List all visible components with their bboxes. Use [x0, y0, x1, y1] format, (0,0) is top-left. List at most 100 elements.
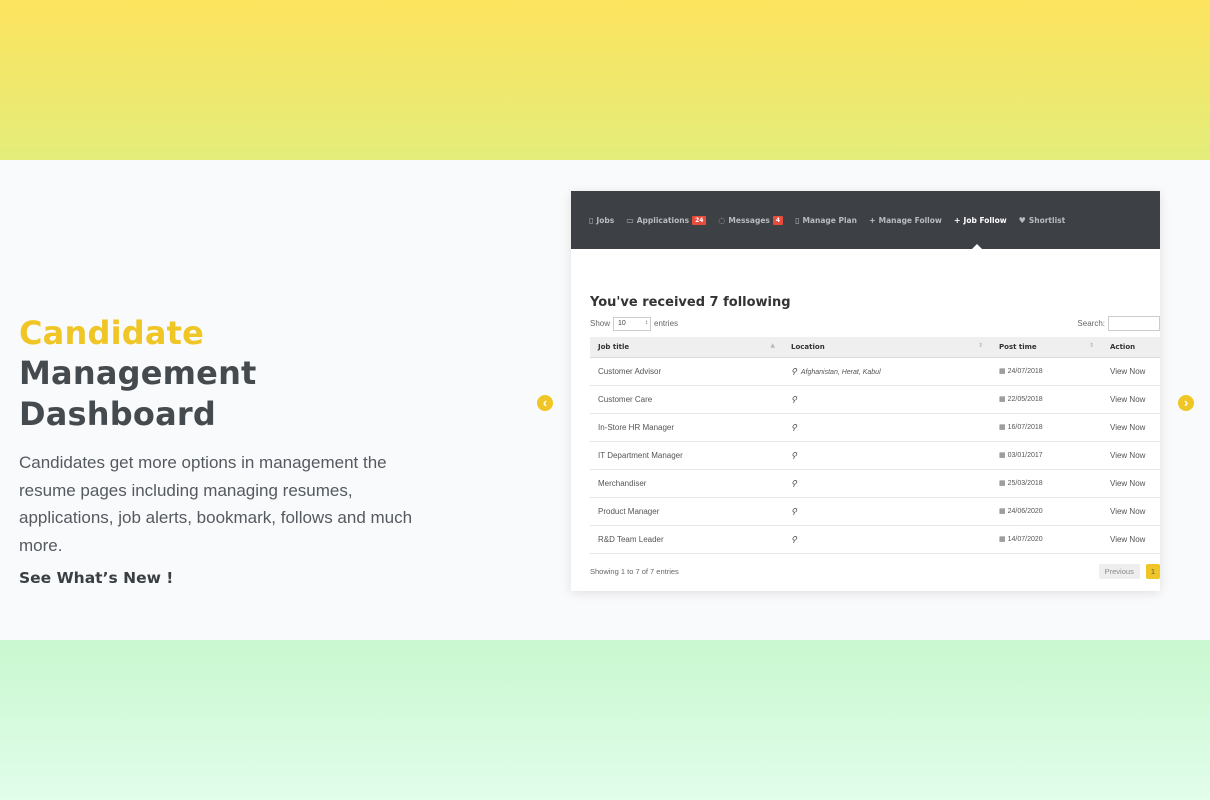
job-title-cell[interactable]: Customer Advisor: [590, 357, 783, 386]
table-row: Customer Advisor ⚲ Afghanistan, Herat, Ka…: [590, 357, 1160, 386]
column-post-time[interactable]: Post time ⇕: [991, 337, 1102, 358]
sort-asc-icon: ▲: [770, 342, 775, 349]
post-time-cell: ▦ 16/07/2018: [991, 413, 1102, 442]
location-cell: ⚲ Afghanistan, Herat, Kabul: [783, 357, 991, 386]
dashboard-screenshot-card: ▯ Jobs ▭ Applications 24 ◌ Messages 4 ▯ …: [571, 191, 1160, 591]
feature-intro: Candidate Management Dashboard Candidate…: [19, 313, 449, 588]
see-whats-new-link[interactable]: See What’s New !: [19, 569, 173, 587]
job-title-cell[interactable]: IT Department Manager: [590, 441, 783, 470]
post-time-cell: ▦ 03/01/2017: [991, 441, 1102, 470]
bottom-gradient-band: [0, 640, 1210, 800]
map-pin-icon: ⚲: [791, 534, 797, 544]
heart-icon: ♥: [1018, 215, 1026, 225]
map-pin-icon: ⚲: [791, 366, 797, 376]
chevron-left-icon: ‹: [542, 395, 548, 410]
nav-item-manage-plan[interactable]: ▯ Manage Plan: [795, 216, 857, 225]
table-row: Customer Care ⚲ ▦ 22/05/2018 View Now: [590, 385, 1160, 414]
nav-item-label: Manage Plan: [802, 215, 857, 225]
previous-page-button[interactable]: Previous: [1098, 563, 1140, 579]
table-row: In-Store HR Manager ⚲ ▦ 16/07/2018 View N…: [590, 413, 1160, 442]
job-title-cell[interactable]: Product Manager: [590, 497, 783, 526]
feature-description: Candidates get more options in managemen…: [19, 453, 413, 555]
applications-count-badge: 24: [692, 215, 707, 225]
job-follow-table: Job title ▲ Location ⇕ Post time ⇕ Action C…: [590, 337, 1160, 554]
calendar-icon: ▦: [999, 536, 1006, 543]
entries-label: entries: [654, 319, 679, 328]
feature-title-line2: Management: [19, 354, 257, 392]
entries-control: Show 10 entries: [590, 316, 679, 331]
carousel-next-button[interactable]: ›: [1178, 395, 1194, 411]
search-label: Search:: [1077, 319, 1105, 328]
chat-icon: ◌: [718, 215, 726, 225]
view-now-link[interactable]: View Now: [1102, 385, 1160, 414]
map-pin-icon: ⚲: [791, 478, 797, 488]
feature-title-accent: Candidate: [19, 314, 205, 352]
view-now-link[interactable]: View Now: [1102, 357, 1160, 386]
nav-item-job-follow[interactable]: + Job Follow: [954, 216, 1007, 225]
job-title-cell[interactable]: Merchandiser: [590, 469, 783, 498]
column-job-title[interactable]: Job title ▲: [590, 337, 783, 358]
feature-title-line3: Dashboard: [19, 395, 216, 433]
card-icon: ▭: [626, 215, 634, 225]
nav-item-label: Applications: [636, 215, 690, 225]
nav-item-applications[interactable]: ▭ Applications 24: [626, 215, 707, 225]
following-heading: You've received 7 following: [590, 295, 791, 310]
messages-count-badge: 4: [772, 215, 784, 225]
carousel-prev-button[interactable]: ‹: [537, 395, 553, 411]
nav-item-manage-follow[interactable]: + Manage Follow: [869, 216, 942, 225]
top-gradient-band: [0, 0, 1210, 160]
file-icon: ▯: [795, 215, 800, 225]
calendar-icon: ▦: [999, 452, 1006, 459]
table-row: R&D Team Leader ⚲ ▦ 14/07/2020 View Now: [590, 525, 1160, 554]
map-pin-icon: ⚲: [791, 506, 797, 516]
view-now-link[interactable]: View Now: [1102, 441, 1160, 470]
view-now-link[interactable]: View Now: [1102, 497, 1160, 526]
nav-item-label: Manage Follow: [878, 215, 942, 225]
nav-item-shortlist[interactable]: ♥ Shortlist: [1019, 216, 1066, 225]
chevron-right-icon: ›: [1183, 395, 1189, 410]
entries-select[interactable]: 10: [613, 316, 652, 331]
map-pin-icon: ⚲: [791, 422, 797, 432]
nav-item-label: Job Follow: [963, 215, 1007, 225]
view-now-link[interactable]: View Now: [1102, 413, 1160, 442]
location-cell: ⚲: [783, 497, 991, 526]
table-info: Showing 1 to 7 of 7 entries: [590, 566, 679, 576]
nav-item-jobs[interactable]: ▯ Jobs: [589, 216, 614, 225]
nav-item-label: Messages: [728, 215, 770, 225]
sort-icon: ⇕: [977, 342, 983, 349]
file-icon: ▯: [589, 215, 594, 225]
location-cell: ⚲: [783, 385, 991, 414]
table-row: IT Department Manager ⚲ ▦ 03/01/2017 View…: [590, 441, 1160, 470]
post-time-cell: ▦ 14/07/2020: [991, 525, 1102, 554]
page-1-button[interactable]: 1: [1145, 563, 1160, 579]
plus-icon: +: [953, 215, 961, 225]
calendar-icon: ▦: [999, 424, 1006, 431]
column-action: Action: [1102, 337, 1160, 358]
nav-item-messages[interactable]: ◌ Messages 4: [718, 215, 784, 225]
post-time-cell: ▦ 24/06/2020: [991, 497, 1102, 526]
dashboard-nav: ▯ Jobs ▭ Applications 24 ◌ Messages 4 ▯ …: [571, 191, 1160, 249]
active-tab-caret: [972, 244, 982, 249]
column-location[interactable]: Location ⇕: [783, 337, 991, 358]
job-title-cell[interactable]: R&D Team Leader: [590, 525, 783, 554]
calendar-icon: ▦: [999, 368, 1006, 375]
map-pin-icon: ⚲: [791, 394, 797, 404]
location-cell: ⚲: [783, 441, 991, 470]
show-label: Show: [590, 319, 611, 328]
calendar-icon: ▦: [999, 508, 1006, 515]
search-input[interactable]: [1108, 316, 1160, 331]
post-time-cell: ▦ 25/03/2018: [991, 469, 1102, 498]
job-title-cell[interactable]: In-Store HR Manager: [590, 413, 783, 442]
post-time-cell: ▦ 22/05/2018: [991, 385, 1102, 414]
table-row: Product Manager ⚲ ▦ 24/06/2020 View Now: [590, 497, 1160, 526]
view-now-link[interactable]: View Now: [1102, 469, 1160, 498]
calendar-icon: ▦: [999, 480, 1006, 487]
table-footer: Showing 1 to 7 of 7 entries Previous 1: [590, 563, 1160, 579]
sort-icon: ⇕: [1088, 342, 1094, 349]
job-title-cell[interactable]: Customer Care: [590, 385, 783, 414]
table-row: Merchandiser ⚲ ▦ 25/03/2018 View Now: [590, 469, 1160, 498]
post-time-cell: ▦ 24/07/2018: [991, 357, 1102, 386]
nav-item-label: Shortlist: [1028, 215, 1066, 225]
view-now-link[interactable]: View Now: [1102, 525, 1160, 554]
plus-icon: +: [868, 215, 876, 225]
